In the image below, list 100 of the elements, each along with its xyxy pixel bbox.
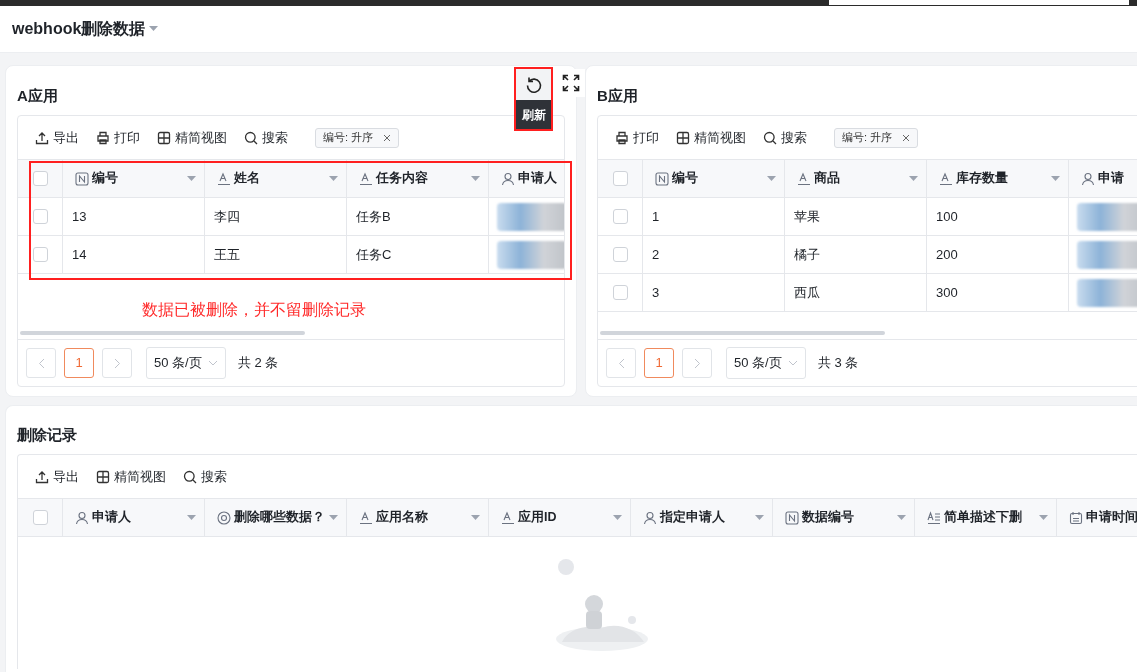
horizontal-scrollbar[interactable] (20, 331, 305, 335)
toolbar-button[interactable]: 导出 (35, 127, 79, 148)
caret-icon[interactable] (329, 175, 338, 182)
column-header[interactable]: 编号 (92, 169, 118, 188)
toolbar-button[interactable]: 精简视图 (96, 466, 166, 487)
previous-page-button[interactable] (26, 348, 56, 378)
panel-title: 删除记录 (17, 424, 77, 445)
refresh-button[interactable] (516, 69, 551, 100)
printer-icon (615, 130, 629, 145)
text-field-icon (217, 171, 231, 186)
sort-tag[interactable]: 编号: 升序 (834, 127, 919, 148)
page-size-select[interactable]: 50 条/页 (146, 347, 226, 379)
caret-icon[interactable] (329, 514, 338, 521)
toolbar-button[interactable]: 精简视图 (157, 127, 227, 148)
caret-icon[interactable] (471, 175, 480, 182)
column-header[interactable]: 姓名 (234, 169, 260, 188)
table-cell-text: 3 (652, 283, 660, 302)
number-field-icon (785, 510, 799, 525)
previous-page-button[interactable] (606, 348, 636, 378)
toolbar-button[interactable]: 搜索 (763, 127, 807, 148)
caret-icon[interactable] (149, 26, 159, 32)
checkbox[interactable] (612, 285, 628, 300)
text-field-icon (797, 171, 811, 186)
tooltip-text: 刷新 (521, 106, 546, 124)
page-size-select[interactable]: 50 条/页 (726, 347, 806, 379)
checkbox[interactable] (32, 510, 48, 525)
next-page-button[interactable] (102, 348, 132, 378)
toolbar-button[interactable]: 打印 (96, 127, 140, 148)
chevron-right-icon (693, 357, 701, 369)
number-field-icon (655, 171, 669, 186)
next-page-button[interactable] (682, 348, 712, 378)
caret-icon[interactable] (187, 514, 196, 521)
column-header[interactable]: 申请 (1098, 169, 1124, 188)
page-title[interactable]: webhook删除数据 (12, 17, 146, 41)
panel-title: B应用 (597, 86, 638, 107)
sort-tag[interactable]: 编号: 升序 (315, 127, 400, 148)
table-cell-text: 14 (72, 245, 87, 264)
checkbox[interactable] (612, 209, 628, 224)
caret-icon[interactable] (187, 175, 196, 182)
grid-icon (157, 130, 171, 145)
checkbox[interactable] (32, 209, 48, 224)
text-field-icon (501, 510, 515, 525)
blurred-avatar (1077, 240, 1137, 269)
table-cell-text: 200 (936, 245, 958, 264)
grid-icon (96, 469, 110, 484)
chevron-left-icon (37, 357, 45, 369)
caret-icon[interactable] (755, 514, 764, 521)
close-icon[interactable] (902, 133, 911, 142)
caret-icon[interactable] (1051, 175, 1060, 182)
chevron-right-icon (113, 357, 121, 369)
table-cell-text: 100 (936, 207, 958, 226)
column-header[interactable]: 库存数量 (956, 169, 1008, 188)
caret-icon[interactable] (909, 175, 918, 182)
chevron-down-icon (788, 360, 798, 366)
checkbox[interactable] (612, 247, 628, 262)
table-cell-text: 2 (652, 245, 660, 264)
column-header[interactable]: 申请人 (92, 508, 131, 527)
column-header[interactable]: 申请人 (518, 169, 557, 188)
printer-icon (96, 130, 110, 145)
column-header[interactable]: 应用名称 (376, 508, 428, 527)
column-header[interactable]: 指定申请人 (660, 508, 725, 527)
text-field-icon (359, 510, 373, 525)
table-cell-text: 李四 (214, 207, 240, 226)
caret-icon[interactable] (471, 514, 480, 521)
column-header[interactable]: 数据编号 (802, 508, 854, 527)
table-cell-text: 西瓜 (794, 283, 820, 302)
text-field-icon (359, 171, 373, 186)
toolbar-button[interactable]: 精简视图 (676, 127, 746, 148)
blurred-avatar (1077, 202, 1137, 231)
column-header[interactable]: 应用ID (518, 508, 557, 527)
table-cell-text: 苹果 (794, 207, 820, 226)
caret-icon[interactable] (767, 175, 776, 182)
text-field-icon (939, 171, 953, 186)
caret-icon[interactable] (613, 514, 622, 521)
column-header[interactable]: 商品 (814, 169, 840, 188)
upload-icon (35, 130, 49, 145)
toolbar-button[interactable]: 搜索 (244, 127, 288, 148)
number-field-icon (75, 171, 89, 186)
column-header[interactable]: 任务内容 (376, 169, 428, 188)
checkbox[interactable] (612, 171, 628, 186)
person-icon (75, 510, 89, 525)
radio-field-icon (217, 510, 231, 525)
checkbox[interactable] (32, 247, 48, 262)
caret-icon[interactable] (897, 514, 906, 521)
column-header[interactable]: 删除哪些数据？ (234, 508, 325, 527)
toolbar-button[interactable]: 打印 (615, 127, 659, 148)
caret-icon[interactable] (1039, 514, 1048, 521)
close-icon[interactable] (383, 133, 392, 142)
column-header[interactable]: 申请时间 (1086, 508, 1137, 527)
horizontal-scrollbar[interactable] (600, 331, 885, 335)
table-cell-text: 任务B (356, 207, 391, 226)
chevron-left-icon (617, 357, 625, 369)
checkbox[interactable] (32, 171, 48, 186)
column-header[interactable]: 编号 (672, 169, 698, 188)
table-cell-text: 任务C (356, 245, 392, 264)
toolbar-button[interactable]: 搜索 (183, 466, 227, 487)
column-header[interactable]: 简单描述下删 (944, 508, 1022, 527)
search-icon (763, 130, 777, 145)
toolbar-button[interactable]: 导出 (35, 466, 79, 487)
long-text-field-icon (927, 510, 941, 525)
